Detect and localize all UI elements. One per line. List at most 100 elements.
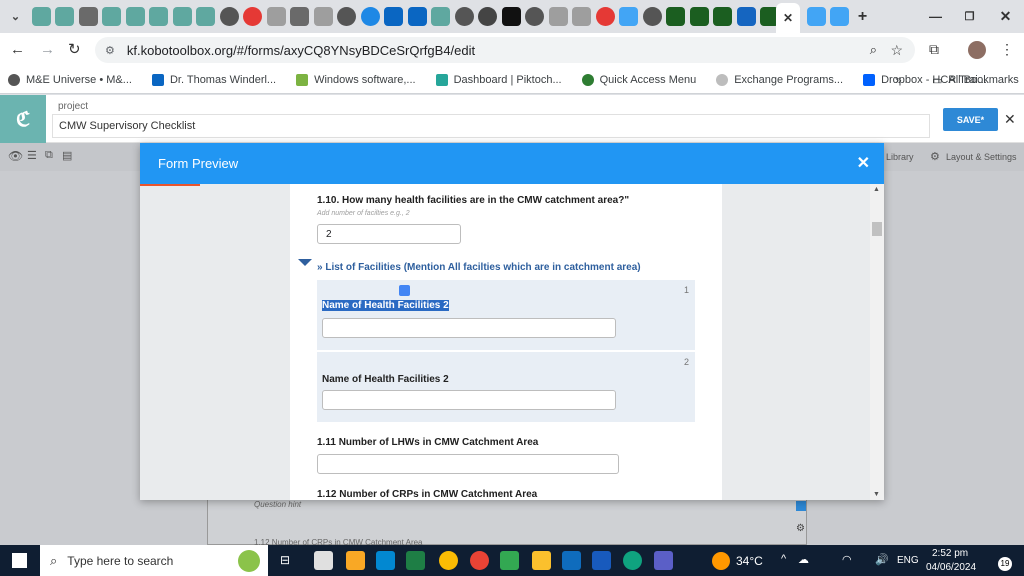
teams-icon[interactable] (654, 551, 673, 570)
scroll-up-icon[interactable]: ▲ (873, 186, 880, 193)
sheets-icon[interactable] (500, 551, 519, 570)
close-window-icon[interactable]: ✕ (996, 7, 1015, 26)
tab-favicon[interactable] (32, 7, 51, 26)
new-tab-button[interactable]: + (853, 7, 872, 26)
tab-favicon[interactable] (408, 7, 427, 26)
restore-icon[interactable]: ❐ (960, 7, 979, 26)
gear-icon[interactable]: ⚙ (930, 150, 940, 163)
more-bookmarks-icon[interactable]: » (895, 73, 902, 87)
site-info-icon[interactable]: ⚙ (105, 44, 115, 57)
project-name-input[interactable]: CMW Supervisory Checklist (52, 114, 930, 138)
tab-list-dropdown[interactable]: ⌄ (6, 7, 25, 26)
tab-favicon[interactable] (102, 7, 121, 26)
tab-favicon[interactable] (737, 7, 756, 26)
tab-favicon[interactable] (173, 7, 192, 26)
windows-start-icon[interactable] (12, 553, 27, 568)
tab-favicon[interactable] (478, 7, 497, 26)
tab-favicon[interactable] (196, 7, 215, 26)
tab-favicon[interactable] (290, 7, 309, 26)
bookmark-item[interactable]: Dashboard | Piktoch... (435, 74, 562, 86)
reload-icon[interactable]: ↻ (68, 40, 81, 58)
close-icon[interactable]: ✕ (1004, 111, 1016, 128)
lhw-count-input[interactable] (317, 454, 619, 474)
file-explorer-icon[interactable] (346, 551, 365, 570)
list-icon[interactable]: ☰ (27, 149, 37, 162)
tab-favicon[interactable] (337, 7, 356, 26)
clock-date[interactable]: 04/06/2024 (926, 562, 976, 573)
modal-close-icon[interactable]: ✕ (857, 153, 870, 173)
tab-favicon[interactable] (619, 7, 638, 26)
chrome-icon[interactable] (470, 551, 489, 570)
tab-favicon[interactable] (596, 7, 615, 26)
address-bar[interactable]: ⚙ kf.kobotoolbox.org/#/forms/axyCQ8YNsyB… (95, 37, 915, 63)
library-button[interactable]: Library (886, 152, 914, 162)
bookmark-star-icon[interactable]: ☆ (890, 42, 903, 59)
all-bookmarks-button[interactable]: ▭ All Bookmarks (932, 74, 1019, 87)
tab-favicon[interactable] (690, 7, 709, 26)
group-icon[interactable]: ▤ (62, 149, 72, 162)
tab-favicon[interactable] (55, 7, 74, 26)
save-button[interactable]: SAVE * (943, 108, 998, 131)
menu-icon[interactable]: ⋮ (1000, 41, 1014, 58)
temperature[interactable]: 34°C (736, 554, 763, 568)
extensions-icon[interactable]: ⧉ (929, 41, 939, 58)
weather-icon[interactable] (712, 552, 730, 570)
tab-favicon[interactable] (455, 7, 474, 26)
tab-favicon[interactable] (314, 7, 333, 26)
clock-time[interactable]: 2:52 pm (932, 548, 968, 559)
tab-favicon[interactable] (431, 7, 450, 26)
bookmark-item[interactable]: Quick Access Menu (581, 74, 696, 86)
store-icon[interactable] (376, 551, 395, 570)
active-tab[interactable]: ✕ (776, 3, 800, 33)
tab-favicon[interactable] (643, 7, 662, 26)
group-collapse-icon[interactable] (298, 259, 312, 266)
tab-favicon[interactable] (361, 7, 380, 26)
bookmark-item[interactable]: M&E Universe • M&... (8, 74, 132, 86)
tab-favicon[interactable] (807, 7, 826, 26)
tab-favicon[interactable] (713, 7, 732, 26)
facility-name-input[interactable] (322, 390, 616, 410)
back-icon[interactable]: ← (10, 41, 25, 58)
taskbar-search[interactable]: ⌕ Type here to search (40, 545, 268, 576)
outlook-icon[interactable] (562, 551, 581, 570)
scrollbar[interactable]: ▲ ▼ (870, 184, 884, 500)
excel-icon[interactable] (406, 551, 425, 570)
notification-badge[interactable]: 19 (998, 557, 1012, 571)
preview-eye-icon[interactable]: 👁 (8, 149, 23, 163)
tab-favicon[interactable] (384, 7, 403, 26)
tab-favicon[interactable] (267, 7, 286, 26)
tab-favicon[interactable] (502, 7, 521, 26)
volume-icon[interactable]: 🔊 (875, 553, 889, 566)
zoom-icon[interactable]: ⌕ (870, 42, 877, 58)
edge-icon[interactable] (623, 551, 642, 570)
layout-settings-button[interactable]: Layout & Settings (946, 152, 1017, 162)
bg-copy-icon[interactable] (796, 501, 806, 511)
scrollbar-thumb[interactable] (872, 222, 882, 236)
maps-icon[interactable] (532, 551, 551, 570)
tray-chevron-icon[interactable]: ^ (781, 553, 786, 565)
word-icon[interactable] (592, 551, 611, 570)
bookmark-item[interactable]: Windows software,... (296, 74, 416, 86)
language[interactable]: ENG (897, 555, 919, 566)
bookmark-item[interactable]: Dr. Thomas Winderl... (151, 74, 276, 86)
tab-favicon[interactable] (549, 7, 568, 26)
facility-name-input[interactable] (322, 318, 616, 338)
file-icon[interactable] (314, 551, 333, 570)
bookmark-item[interactable]: Exchange Programs... (716, 74, 843, 86)
tab-favicon[interactable] (126, 7, 145, 26)
copy-icon[interactable]: ⧉ (45, 149, 53, 162)
tab-favicon[interactable] (149, 7, 168, 26)
tab-favicon[interactable] (220, 7, 239, 26)
onedrive-icon[interactable]: ☁ (798, 553, 809, 566)
scroll-down-icon[interactable]: ▼ (873, 491, 880, 498)
bg-settings-icon[interactable]: ⚙ (796, 523, 805, 534)
forward-icon[interactable]: → (40, 41, 55, 58)
kobo-logo-icon[interactable]: ℭ (0, 95, 46, 143)
chrome-icon[interactable] (439, 551, 458, 570)
network-icon[interactable]: ◠ (842, 553, 852, 566)
tab-favicon[interactable] (79, 7, 98, 26)
tab-favicon[interactable] (525, 7, 544, 26)
avatar[interactable] (968, 41, 986, 59)
translate-icon[interactable] (399, 285, 410, 296)
facilities-count-input[interactable]: 2 (317, 224, 461, 244)
